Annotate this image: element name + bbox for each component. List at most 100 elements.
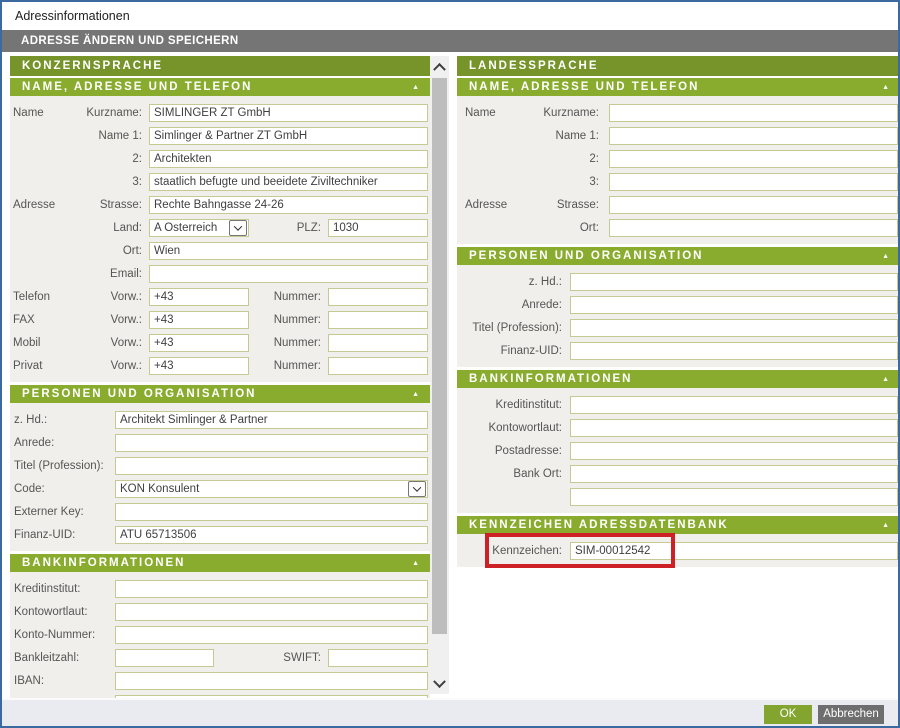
right-section-kennzeichen-adressdatenbank: KENNZEICHEN ADRESSDATENBANK▲ Kennzeichen: xyxy=(457,516,898,567)
collapse-arrow-icon: ▲ xyxy=(412,560,421,567)
left-postadresse-label: Postadresse: xyxy=(10,698,115,699)
left-fax-vorwahl-input[interactable] xyxy=(149,311,249,329)
form-row-bank-extra xyxy=(457,485,898,508)
dropdown-arrow-icon[interactable] xyxy=(408,481,426,497)
right-language-header: LANDESSPRACHE xyxy=(457,56,898,76)
form-row-iban: IBAN: xyxy=(10,669,430,692)
left-ort-label: Ort: xyxy=(70,245,149,257)
left-email-input[interactable] xyxy=(149,265,428,283)
right-titel-profession-label: Titel (Profession): xyxy=(457,322,570,334)
cancel-button[interactable]: Abbrechen xyxy=(818,705,884,724)
left-kurzname-input[interactable] xyxy=(149,104,428,122)
left-strasse-label: Strasse: xyxy=(70,199,149,211)
left-swift-input[interactable] xyxy=(328,649,428,667)
left-konto-nummer-input[interactable] xyxy=(115,626,428,644)
left-section-header-personen-organisation[interactable]: PERSONEN UND ORGANISATION▲ xyxy=(10,385,430,403)
left-section-name-adresse-telefon: NAME, ADRESSE UND TELEFON▲NameKurzname:N… xyxy=(10,78,430,382)
left-bankleitzahl-input[interactable] xyxy=(115,649,214,667)
dropdown-arrow-icon[interactable] xyxy=(229,220,247,236)
right-kontowortlaut-input[interactable] xyxy=(570,419,898,437)
right-postadresse-input[interactable] xyxy=(570,442,898,460)
left-code-dropdown[interactable]: KON Konsulent xyxy=(115,480,428,498)
left-section-title-name-adresse-telefon: NAME, ADRESSE UND TELEFON xyxy=(22,81,252,93)
right-anrede-label: Anrede: xyxy=(457,299,570,311)
left-land-dropdown[interactable]: A Österreich xyxy=(149,219,249,237)
right-anrede-input[interactable] xyxy=(570,296,898,314)
form-row-kennzeichen: Kennzeichen: xyxy=(457,539,898,562)
right-section-body-bankinformationen: Kreditinstitut:Kontowortlaut:Postadresse… xyxy=(457,388,898,513)
right-kurzname-input[interactable] xyxy=(609,104,898,122)
form-row-finanz-uid: Finanz-UID: xyxy=(457,339,898,362)
command-bar: ADRESSE ÄNDERN UND SPEICHERN xyxy=(2,30,898,52)
right-bank-ort-input[interactable] xyxy=(570,465,898,483)
right-strasse-label: Strasse: xyxy=(529,199,609,211)
left-section-body-personen-organisation: z. Hd.:Anrede:Titel (Profession):Code:KO… xyxy=(10,403,430,551)
right-section-header-bankinformationen[interactable]: BANKINFORMATIONEN▲ xyxy=(457,370,898,388)
left-privat-nummer-input[interactable] xyxy=(328,357,428,375)
left-plz-input[interactable] xyxy=(328,219,428,237)
right-z-hd-input[interactable] xyxy=(570,273,898,291)
left-postadresse-input[interactable] xyxy=(115,695,428,699)
left-column-konzernsprache: KONZERNSPRACHENAME, ADRESSE UND TELEFON▲… xyxy=(10,56,430,698)
left-titel-profession-input[interactable] xyxy=(115,457,428,475)
left-code-label: Code: xyxy=(10,483,115,495)
form-row-anrede: Anrede: xyxy=(457,293,898,316)
dialog-footer: OK Abbrechen xyxy=(2,698,898,728)
left-mobil-nummer-label: Nummer: xyxy=(249,337,328,349)
left-iban-input[interactable] xyxy=(115,672,428,690)
right-name2-input[interactable] xyxy=(609,150,898,168)
left-telefon-vorwahl-input[interactable] xyxy=(149,288,249,306)
right-name1-input[interactable] xyxy=(609,127,898,145)
left-mobil-vorwahl-input[interactable] xyxy=(149,334,249,352)
scrollbar-thumb[interactable] xyxy=(432,78,447,634)
right-section-header-kennzeichen-adressdatenbank[interactable]: KENNZEICHEN ADRESSDATENBANK▲ xyxy=(457,516,898,534)
left-fax-nummer-input[interactable] xyxy=(328,311,428,329)
left-section-header-bankinformationen[interactable]: BANKINFORMATIONEN▲ xyxy=(10,554,430,572)
right-ort-input[interactable] xyxy=(609,219,898,237)
left-name2-label: 2: xyxy=(70,153,149,165)
form-row-name1: Name 1: xyxy=(457,124,898,147)
form-row-kontowortlaut: Kontowortlaut: xyxy=(457,416,898,439)
left-finanz-uid-input[interactable] xyxy=(115,526,428,544)
left-kreditinstitut-input[interactable] xyxy=(115,580,428,598)
right-finanz-uid-input[interactable] xyxy=(570,342,898,360)
right-section-header-name-adresse-telefon[interactable]: NAME, ADRESSE UND TELEFON▲ xyxy=(457,78,898,96)
left-privat-vorwahl-input[interactable] xyxy=(149,357,249,375)
form-row-postadresse: Postadresse: xyxy=(10,692,430,698)
left-name2-input[interactable] xyxy=(149,150,428,168)
form-row-postadresse: Postadresse: xyxy=(457,439,898,462)
scroll-up-button[interactable] xyxy=(430,56,449,76)
left-name1-input[interactable] xyxy=(149,127,428,145)
right-bank-ort-label: Bank Ort: xyxy=(457,468,570,480)
right-name3-input[interactable] xyxy=(609,173,898,191)
left-mobil-nummer-input[interactable] xyxy=(328,334,428,352)
left-telefon-nummer-label: Nummer: xyxy=(249,291,328,303)
right-bank-extra-input[interactable] xyxy=(570,488,898,506)
left-anrede-input[interactable] xyxy=(115,434,428,452)
left-iban-label: IBAN: xyxy=(10,675,115,687)
right-titel-profession-input[interactable] xyxy=(570,319,898,337)
right-strasse-input[interactable] xyxy=(609,196,898,214)
left-kontowortlaut-input[interactable] xyxy=(115,603,428,621)
left-externer-key-input[interactable] xyxy=(115,503,428,521)
ok-button[interactable]: OK xyxy=(764,705,812,724)
left-group-label: Name xyxy=(10,107,70,119)
left-z-hd-input[interactable] xyxy=(115,411,428,429)
right-section-header-personen-organisation[interactable]: PERSONEN UND ORGANISATION▲ xyxy=(457,247,898,265)
right-section-name-adresse-telefon: NAME, ADRESSE UND TELEFON▲NameKurzname:N… xyxy=(457,78,898,244)
left-ort-input[interactable] xyxy=(149,242,428,260)
left-land-value: A Österreich xyxy=(150,222,229,234)
left-strasse-input[interactable] xyxy=(149,196,428,214)
right-kreditinstitut-input[interactable] xyxy=(570,396,898,414)
dialog-titlebar: Adressinformationen xyxy=(2,2,898,30)
scroll-down-button[interactable] xyxy=(430,674,449,694)
right-kennzeichen-input[interactable] xyxy=(570,542,898,560)
left-plz-label: PLZ: xyxy=(249,222,328,234)
right-kontowortlaut-label: Kontowortlaut: xyxy=(457,422,570,434)
left-telefon-nummer-input[interactable] xyxy=(328,288,428,306)
left-name3-input[interactable] xyxy=(149,173,428,191)
left-section-header-name-adresse-telefon[interactable]: NAME, ADRESSE UND TELEFON ▲ xyxy=(10,78,430,96)
right-section-title-bankinformationen: BANKINFORMATIONEN xyxy=(469,373,632,385)
collapse-arrow-icon: ▲ xyxy=(412,84,421,91)
vertical-scrollbar[interactable] xyxy=(430,56,449,694)
